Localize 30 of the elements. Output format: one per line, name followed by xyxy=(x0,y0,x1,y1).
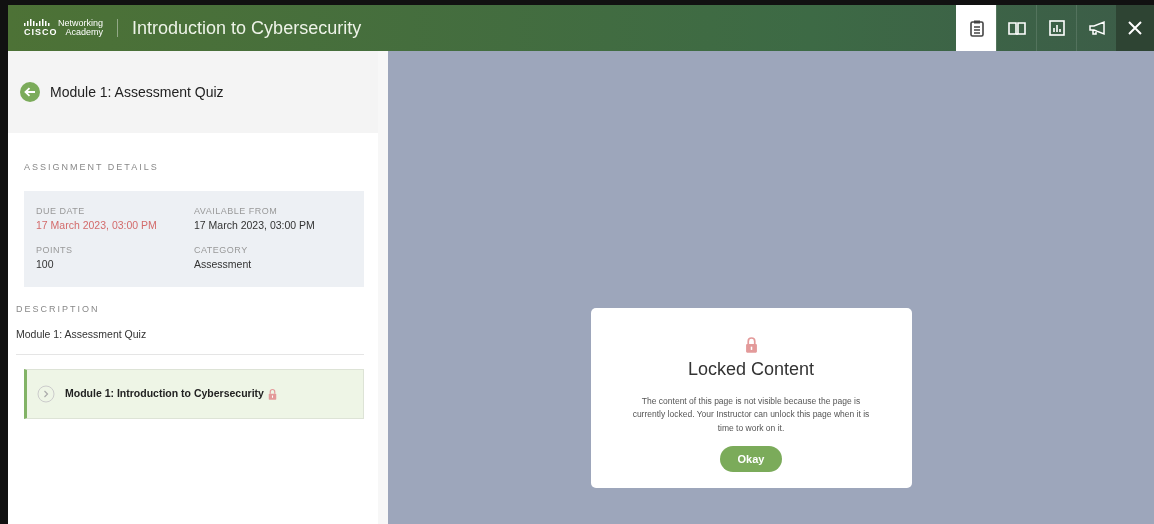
back-button[interactable] xyxy=(20,82,40,102)
header-tab[interactable] xyxy=(956,5,996,51)
detail-value: 17 March 2023, 03:00 PM xyxy=(36,218,158,233)
lock-icon xyxy=(744,336,758,353)
detail-value: 100 xyxy=(36,257,55,273)
detail-label: CATEGORY xyxy=(194,243,249,257)
clipboard-icon xyxy=(967,19,986,37)
section-heading: ASSIGNMENT DETAILS xyxy=(24,161,160,174)
megaphone-icon xyxy=(1087,19,1106,37)
expand-icon xyxy=(37,385,55,404)
detail-value: Assessment xyxy=(194,257,253,273)
detail-label: AVAILABLE FROM xyxy=(194,204,279,218)
detail-value: 17 March 2023, 03:00 PM xyxy=(194,218,316,233)
section-heading: DESCRIPTION xyxy=(16,303,101,316)
logo-text: Networking xyxy=(58,18,104,28)
detail-label: POINTS xyxy=(36,243,74,257)
close-icon xyxy=(1128,21,1142,35)
book-icon xyxy=(1007,19,1026,37)
detail-label: DUE DATE xyxy=(36,204,86,218)
course-title: Introduction to Cybersecurity xyxy=(131,16,362,40)
close-button[interactable] xyxy=(1116,5,1154,51)
logo-brand: CISCO xyxy=(24,28,58,38)
description-text: Module 1: Assessment Quiz xyxy=(16,326,364,356)
module-title: Module 1: Introduction to Cybersecurity xyxy=(65,386,264,402)
dialog-message: The content of this page is not visible because the page is currently locked. Your Instructor can unlock this page when it is time to work on it. xyxy=(631,394,871,435)
logo-text: Academy xyxy=(65,28,104,38)
assignment-title: Module 1: Assessment Quiz xyxy=(50,82,224,102)
bar-chart-icon xyxy=(1047,19,1066,37)
module-item[interactable]: Module 1: Introduction to Cybersecurity xyxy=(24,369,364,420)
dialog-title: Locked Content xyxy=(686,357,816,381)
